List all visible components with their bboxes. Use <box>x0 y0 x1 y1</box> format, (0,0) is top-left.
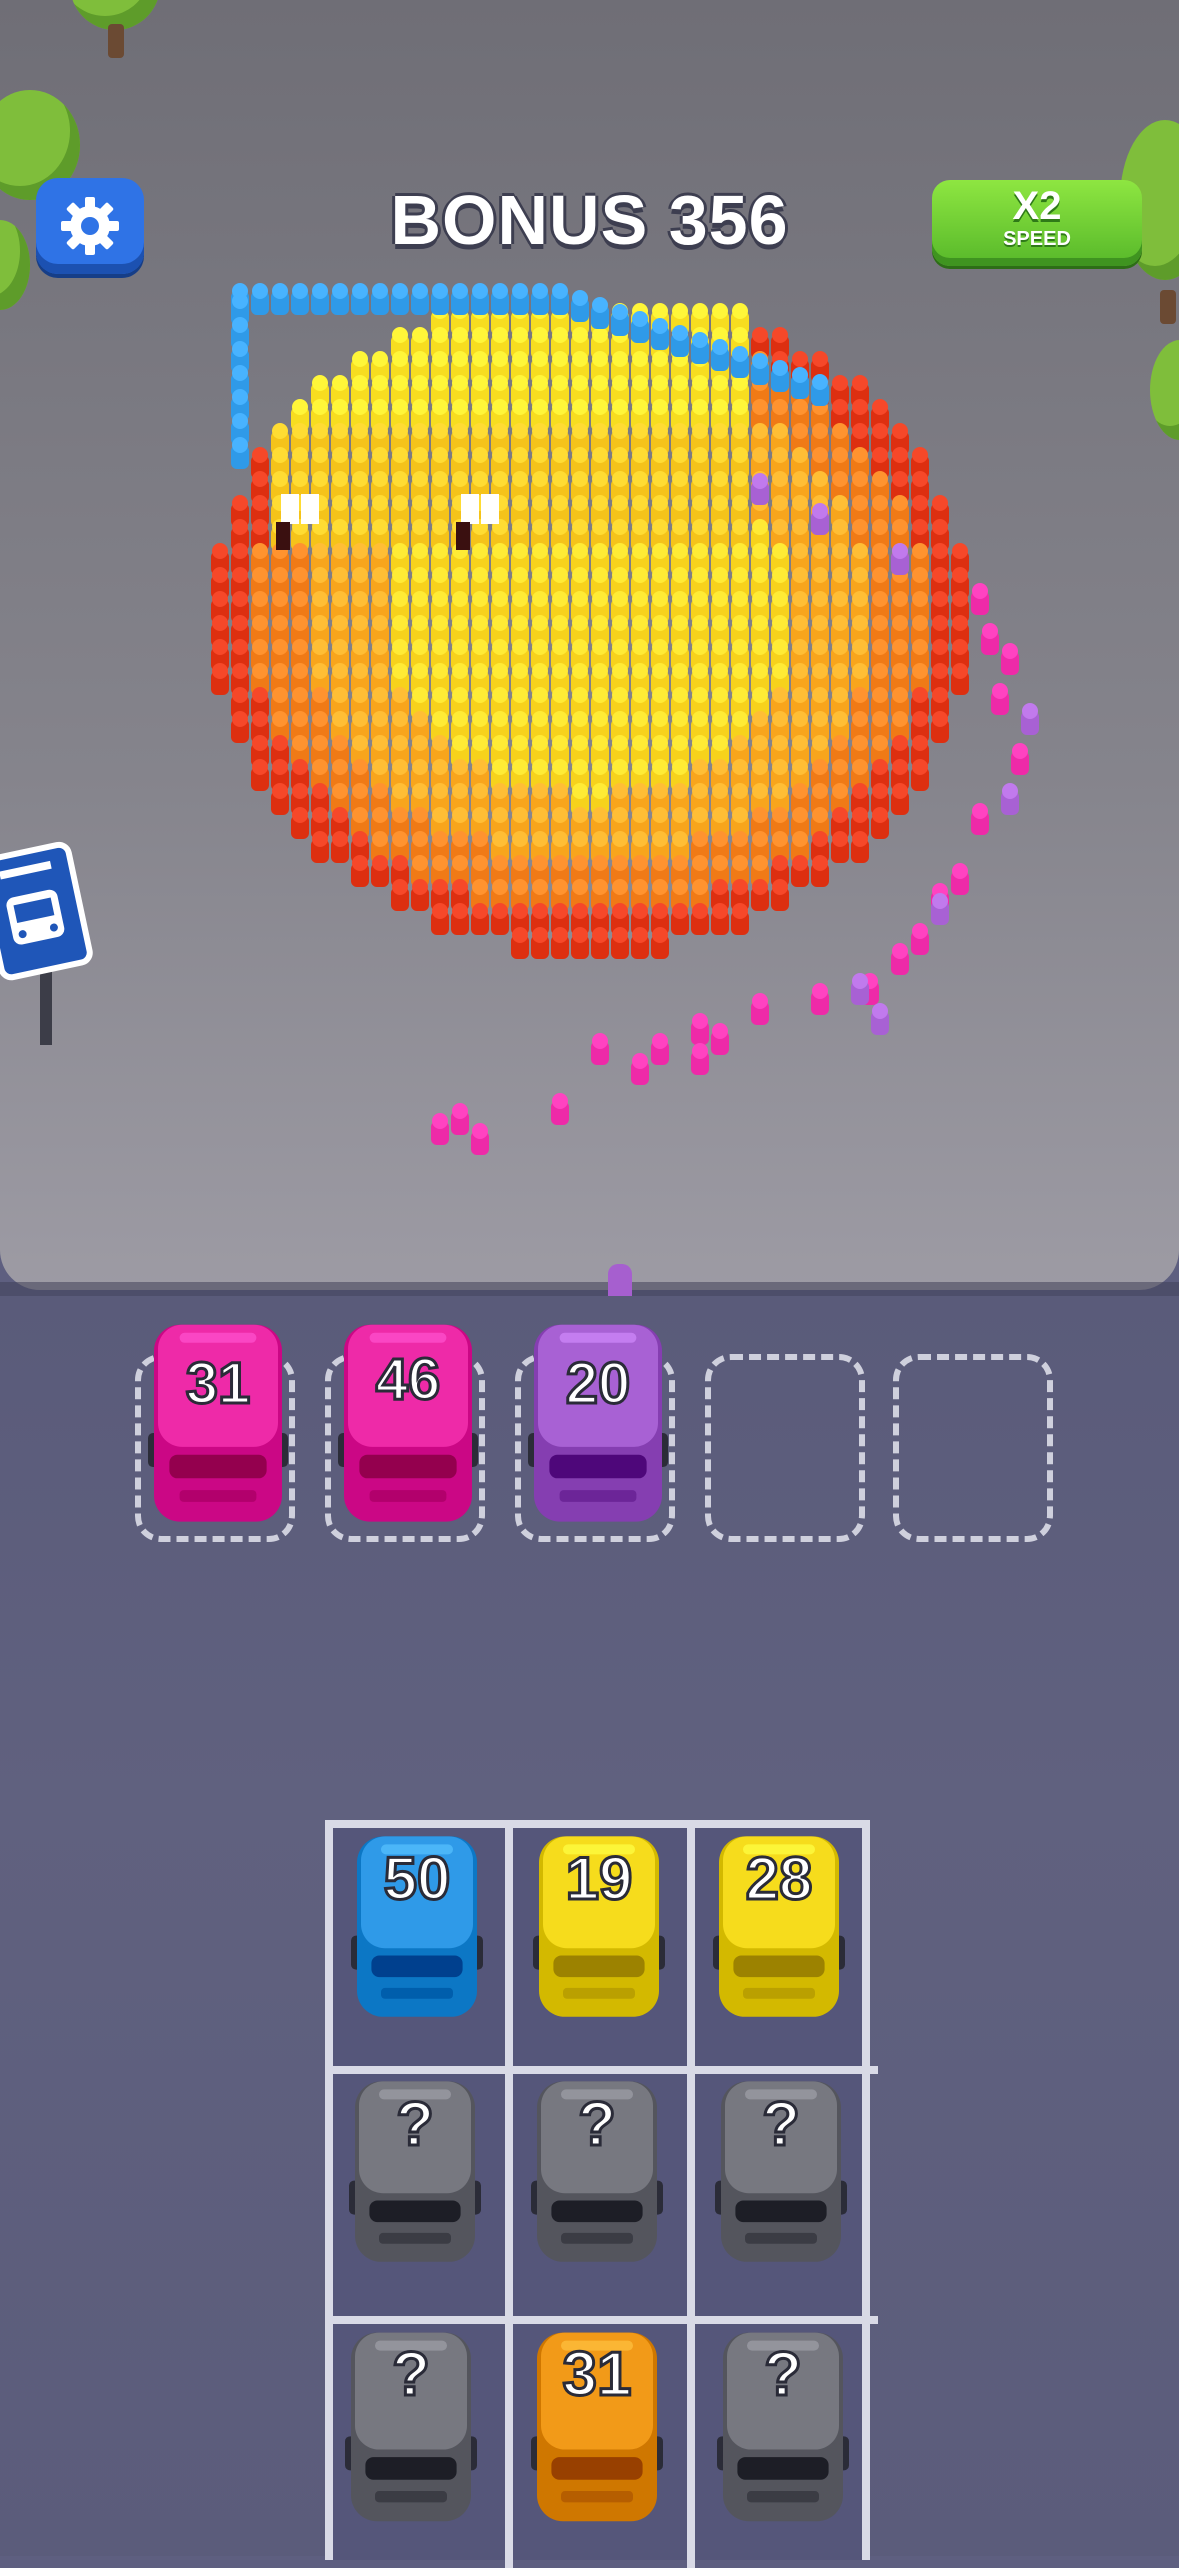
garage-car[interactable]: 31 <box>522 2305 672 2535</box>
garage-car-hidden[interactable]: ? <box>522 2055 672 2275</box>
car-passenger-count: 46 <box>374 1346 442 1414</box>
car-passenger-count: 19 <box>564 1844 634 1914</box>
parking-slot-empty <box>893 1354 1053 1542</box>
grid-divider <box>505 1828 513 2568</box>
garage-car-hidden[interactable]: ? <box>706 2055 856 2275</box>
garage-car-hidden[interactable]: ? <box>340 2055 490 2275</box>
car-passenger-count: 50 <box>382 1844 452 1914</box>
parking-slot-empty <box>705 1354 865 1542</box>
speed-caption: SPEED <box>1003 228 1071 250</box>
car-passenger-count: ? <box>391 2339 432 2411</box>
speed-multiplier: X2 <box>1012 184 1062 228</box>
speed-x2-button[interactable]: X2 SPEED <box>932 180 1142 266</box>
car-passenger-count: ? <box>763 2339 804 2411</box>
car-passenger-count: ? <box>395 2089 436 2161</box>
car-passenger-count: 20 <box>564 1350 632 1418</box>
slot-car[interactable]: 20 <box>518 1296 678 1536</box>
car-passenger-count: 28 <box>744 1844 814 1914</box>
garage-car-hidden[interactable]: ? <box>708 2305 858 2535</box>
slot-car[interactable]: 46 <box>328 1296 488 1536</box>
car-passenger-count: 31 <box>561 2339 633 2411</box>
garage-car-hidden[interactable]: ? <box>336 2305 486 2535</box>
garage-car[interactable]: 19 <box>524 1810 674 2030</box>
grid-divider <box>687 1828 695 2568</box>
car-passenger-count: ? <box>761 2089 802 2161</box>
garage-car[interactable]: 50 <box>342 1810 492 2030</box>
car-passenger-count: 31 <box>184 1350 252 1418</box>
car-passenger-count: ? <box>577 2089 618 2161</box>
garage-car[interactable]: 28 <box>704 1810 854 2030</box>
slot-car[interactable]: 31 <box>138 1296 298 1536</box>
